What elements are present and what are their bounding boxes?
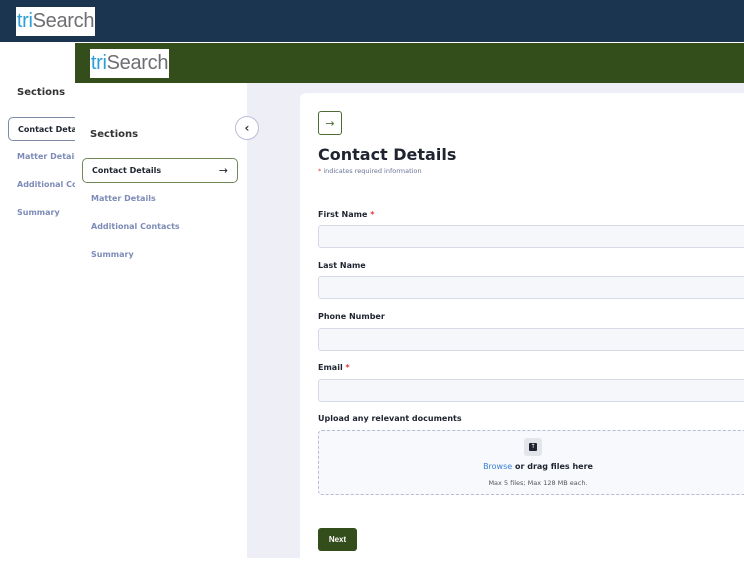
sections-title: Sections — [17, 87, 66, 98]
email-label: Email * — [318, 363, 350, 372]
nav-contact-details[interactable]: Contact Details → — [82, 158, 238, 183]
background-sidebar: Sections Contact Details Matter Details … — [0, 42, 88, 558]
upload-label: Upload any relevant documents — [318, 414, 462, 423]
nav-summary[interactable]: Summary — [91, 250, 134, 259]
back-nav-matter-details[interactable]: Matter Details — [17, 152, 75, 161]
arrow-right-icon: → — [218, 164, 228, 177]
page-title: Contact Details — [318, 145, 457, 164]
trisearch-logo[interactable]: tri Search — [90, 49, 169, 78]
last-name-input[interactable] — [318, 276, 744, 299]
email-input[interactable] — [318, 379, 744, 402]
file-dropzone[interactable]: ↑ Browse or drag files here Max 5 files;… — [318, 430, 744, 495]
back-nav-additional-contacts[interactable]: Additional Contacts — [17, 180, 75, 189]
collapse-sidebar-button[interactable]: ‹ — [235, 116, 259, 140]
step-arrow-button[interactable]: → — [318, 111, 342, 135]
last-name-label: Last Name — [318, 261, 366, 270]
form-card: → Contact Details * indicates required i… — [300, 93, 744, 563]
next-button[interactable]: Next — [318, 528, 357, 551]
phone-number-label: Phone Number — [318, 312, 385, 321]
arrow-right-icon: → — [325, 116, 335, 130]
trisearch-logo[interactable]: tri Search — [16, 7, 95, 36]
header: tri Search — [75, 43, 744, 83]
required-note: * indicates required information — [318, 167, 422, 175]
nav-label: Contact Details — [92, 166, 162, 175]
upload-icon: ↑ — [524, 438, 542, 456]
sections-title: Sections — [90, 129, 139, 140]
chevron-left-icon: ‹ — [244, 121, 250, 135]
upload-limits: Max 5 files; Max 128 MB each. — [488, 479, 588, 487]
first-name-label: First Name * — [318, 210, 375, 219]
dropzone-text: Browse or drag files here — [483, 462, 593, 471]
back-nav-summary[interactable]: Summary — [17, 208, 75, 217]
nav-additional-contacts[interactable]: Additional Contacts — [91, 222, 180, 231]
browse-link[interactable]: Browse — [483, 462, 512, 471]
background-header: tri Search — [0, 0, 744, 42]
nav-matter-details[interactable]: Matter Details — [91, 194, 156, 203]
first-name-input[interactable] — [318, 225, 744, 248]
phone-number-input[interactable] — [318, 328, 744, 351]
front-page: tri Search Sections Contact Details → Mat… — [75, 43, 744, 563]
